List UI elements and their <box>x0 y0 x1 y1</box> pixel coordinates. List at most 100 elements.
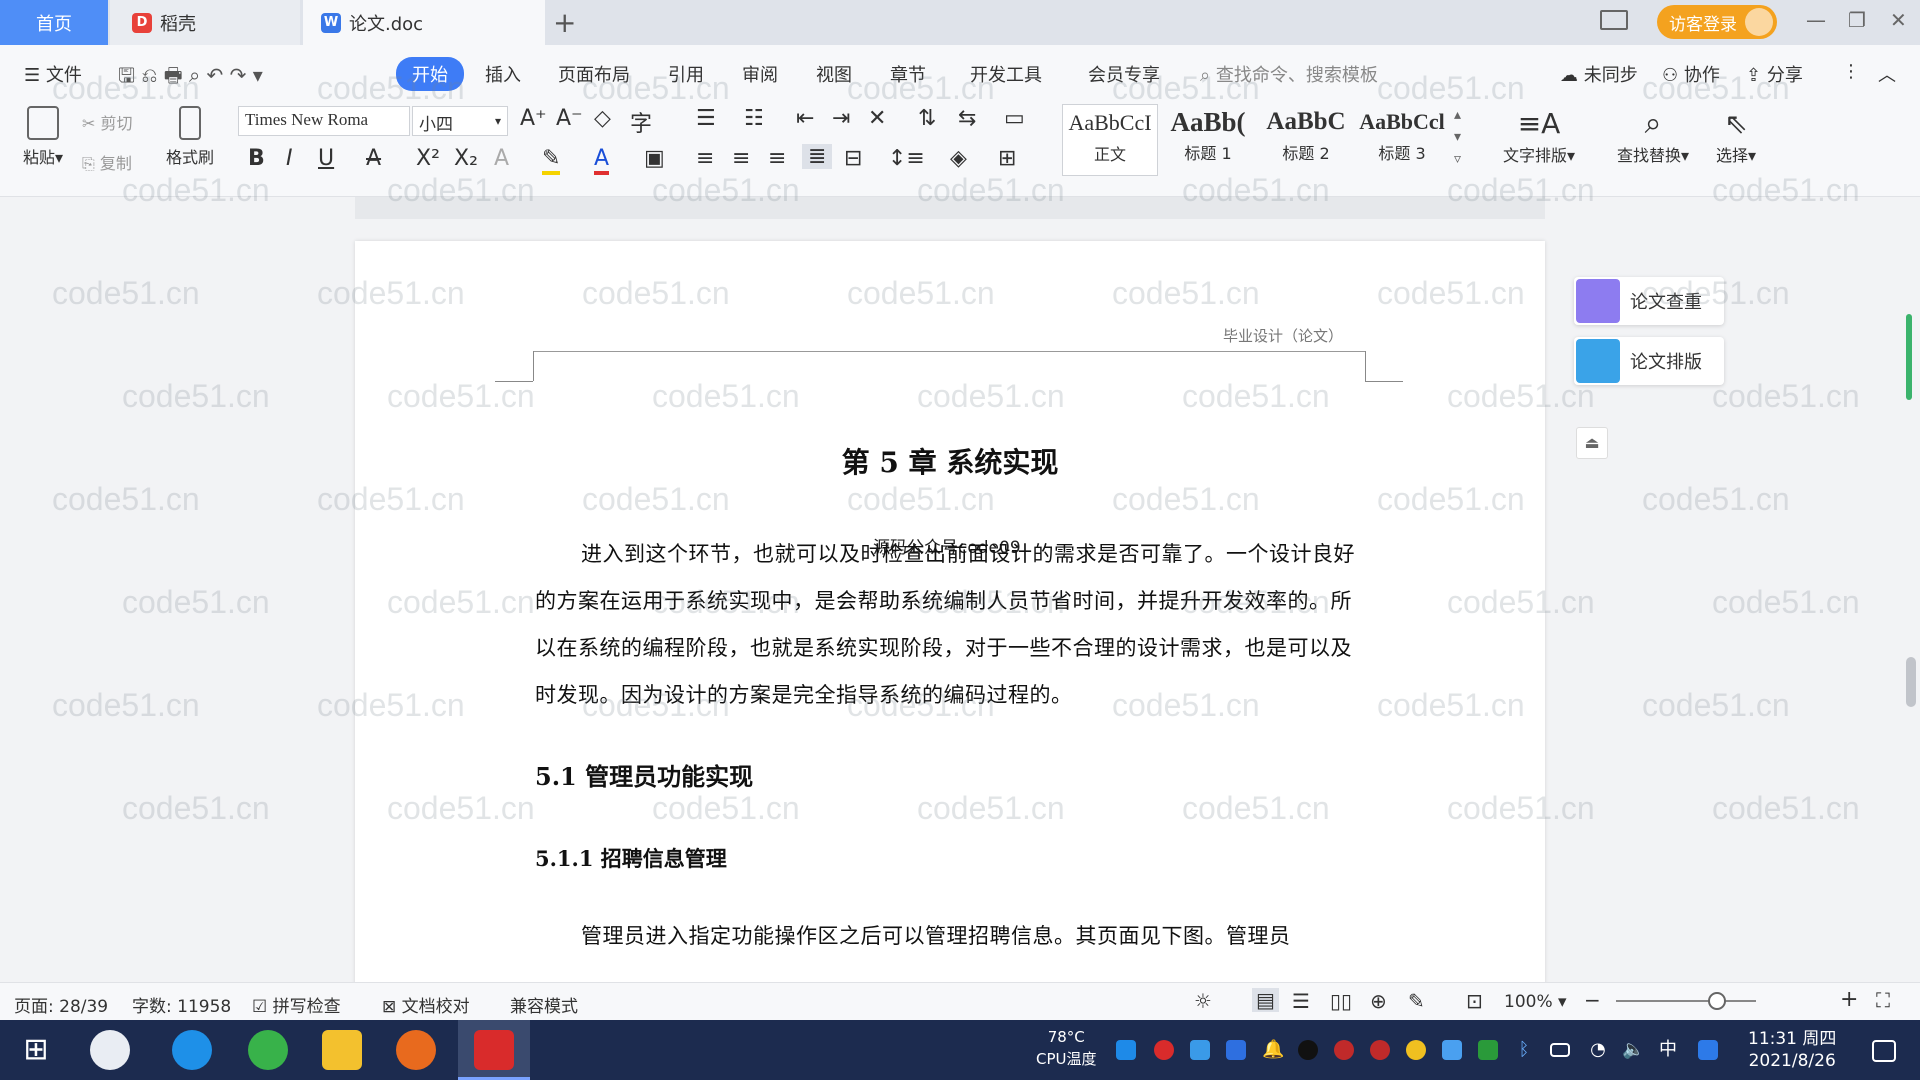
char-border-icon[interactable]: ▣ <box>644 146 665 171</box>
nvidia-icon[interactable] <box>1478 1040 1498 1060</box>
tray-app-icon[interactable] <box>1370 1040 1390 1060</box>
bell-icon[interactable]: 🔔 <box>1262 1040 1284 1060</box>
windows-start-icon[interactable]: ⊞ <box>16 1030 56 1070</box>
volume-icon[interactable]: 🔈 <box>1622 1040 1644 1060</box>
word-count[interactable]: 字数: 11958 <box>132 992 231 1017</box>
cut-button[interactable]: ✂ 剪切 <box>82 110 133 134</box>
tab-document[interactable]: W 论文.doc <box>303 0 545 45</box>
copy-button[interactable]: ⎘ 复制 <box>82 150 132 174</box>
justify-icon[interactable]: ≣ <box>802 144 833 169</box>
menu-chapter[interactable]: 章节 <box>890 61 926 87</box>
decrease-indent-icon[interactable]: ⇤ <box>796 106 814 131</box>
scrollbar-thumb[interactable] <box>1906 657 1916 707</box>
wifi-icon[interactable]: ◔ <box>1588 1040 1608 1060</box>
zoom-out-icon[interactable]: − <box>1584 988 1601 1012</box>
numbered-list-icon[interactable]: ☷ <box>744 106 764 131</box>
italic-icon[interactable]: I <box>286 146 293 171</box>
tray-app-icon[interactable] <box>1334 1040 1354 1060</box>
new-tab-plus-icon[interactable]: + <box>553 6 576 39</box>
font-size-select[interactable]: 小四 ▾ <box>412 106 508 136</box>
font-shrink-icon[interactable]: A⁻ <box>556 106 583 131</box>
zoom-slider-knob[interactable] <box>1708 992 1726 1010</box>
360-browser-icon[interactable] <box>248 1030 288 1070</box>
more-icon[interactable]: ⋮ <box>1842 61 1860 82</box>
spell-check-button[interactable]: ☑ 拼写检查 <box>252 992 341 1017</box>
ie-browser-icon[interactable] <box>172 1030 212 1070</box>
collab-button[interactable]: ⚇ 协作 <box>1662 61 1720 87</box>
tab-home[interactable]: 首页 <box>0 0 108 45</box>
layout-toggle-icon[interactable] <box>1600 10 1628 30</box>
style-scroll-icon[interactable]: ▴ ▾ ▿ <box>1454 104 1461 170</box>
wps-taskbar-active[interactable] <box>458 1020 530 1080</box>
system-clock[interactable]: 11:31 周四 2021/8/26 <box>1748 1028 1836 1072</box>
guest-login-button[interactable]: 访客登录 <box>1657 5 1777 39</box>
file-menu[interactable]: ☰ 文件 <box>24 61 82 87</box>
style-heading-1[interactable]: AaBb(标题 1 <box>1160 104 1256 176</box>
ime-indicator[interactable]: 中 <box>1658 1040 1678 1060</box>
style-heading-2[interactable]: AaBbC 标题 2 <box>1258 104 1354 176</box>
tray-app-icon[interactable] <box>1190 1040 1210 1060</box>
sort-icon[interactable]: ⇅ <box>918 106 936 131</box>
plagiarism-check-button[interactable]: 论文查重 <box>1574 277 1724 325</box>
chinese-layout-icon[interactable]: ✕ <box>868 106 886 131</box>
search-tray-icon[interactable] <box>1698 1040 1718 1060</box>
proofread-button[interactable]: ⊠ 文档校对 <box>382 992 470 1017</box>
menu-start[interactable]: 开始 <box>396 57 464 91</box>
zoom-select[interactable]: 100% ▾ <box>1504 992 1567 1012</box>
shield-icon[interactable] <box>1226 1040 1246 1060</box>
ruler-icon[interactable]: ▭ <box>1004 106 1025 131</box>
sync-status[interactable]: ☁ 未同步 <box>1560 61 1638 87</box>
text-effect-icon[interactable]: A <box>494 146 509 171</box>
distribute-icon[interactable]: ⊟ <box>844 146 862 171</box>
web-view-icon[interactable]: ⊕ <box>1370 989 1387 1013</box>
menu-member[interactable]: 会员专享 <box>1088 61 1160 87</box>
file-explorer-icon[interactable] <box>322 1030 362 1070</box>
outline-view-icon[interactable]: ☰ <box>1292 989 1310 1013</box>
align-center-icon[interactable]: ≡ <box>732 146 750 171</box>
menu-insert[interactable]: 插入 <box>485 61 521 87</box>
minimize-icon[interactable]: — <box>1806 8 1826 32</box>
font-name-select[interactable]: Times New Roma <box>238 106 410 136</box>
tray-app-icon[interactable] <box>1442 1040 1462 1060</box>
highlight-icon[interactable]: ✎ <box>542 146 561 175</box>
panel-collapse-icon[interactable]: ⏏ <box>1576 427 1608 459</box>
app-pinwheel-icon[interactable] <box>90 1030 130 1070</box>
subscript-icon[interactable]: X₂ <box>454 146 478 171</box>
collapse-ribbon-icon[interactable]: ︿ <box>1878 61 1896 87</box>
menu-dev-tools[interactable]: 开发工具 <box>970 61 1042 87</box>
style-heading-3[interactable]: AaBbCcl 标题 3 <box>1354 104 1450 176</box>
align-right-icon[interactable]: ≡ <box>768 146 786 171</box>
strikethrough-icon[interactable]: A <box>366 146 381 171</box>
select-button[interactable]: ⇖ 选择▾ <box>1706 106 1766 166</box>
line-spacing-icon[interactable]: ↕≡ <box>888 146 925 171</box>
quick-access-icons[interactable]: 🖫 ⎌ 🖶 ⌕ ↶ ↷ ▾ <box>118 61 263 95</box>
font-color-icon[interactable]: A <box>594 146 610 175</box>
bold-icon[interactable]: B <box>248 146 265 171</box>
increase-indent-icon[interactable]: ⇥ <box>832 106 850 131</box>
tray-app-icon[interactable] <box>1154 1040 1174 1060</box>
notification-icon[interactable] <box>1872 1040 1896 1062</box>
reading-view-icon[interactable]: ▯▯ <box>1330 989 1352 1013</box>
qq-icon[interactable] <box>1298 1040 1318 1060</box>
share-button[interactable]: ⇪ 分享 <box>1746 61 1803 87</box>
menu-review[interactable]: 审阅 <box>742 61 778 87</box>
command-search[interactable]: ⌕ 查找命令、搜索模板 <box>1200 61 1378 87</box>
fullscreen-icon[interactable]: ⛶ <box>1876 988 1890 1012</box>
write-mode-icon[interactable]: ✎ <box>1408 989 1425 1013</box>
text-layout-button[interactable]: ≡A 文字排版▾ <box>1494 106 1584 166</box>
document-page[interactable]: 毕业设计（论文） 第 5 章 系统实现 源码公众号code09 进入到这个环节，… <box>355 241 1545 982</box>
battery-icon[interactable] <box>1550 1043 1570 1057</box>
bullet-list-icon[interactable]: ☰ <box>696 106 716 131</box>
menu-reference[interactable]: 引用 <box>668 61 704 87</box>
media-app-icon[interactable] <box>396 1030 436 1070</box>
bluetooth-icon[interactable]: ᛒ <box>1514 1040 1534 1060</box>
tray-app-icon[interactable] <box>1116 1040 1136 1060</box>
format-painter-button[interactable]: 格式刷 <box>162 106 218 168</box>
show-marks-icon[interactable]: ⇆ <box>958 106 976 131</box>
tray-app-icon[interactable] <box>1406 1040 1426 1060</box>
page-counter[interactable]: 页面: 28/39 <box>14 992 108 1017</box>
page-view-icon[interactable]: ▤ <box>1252 988 1279 1012</box>
menu-view[interactable]: 视图 <box>816 61 852 87</box>
menu-page-layout[interactable]: 页面布局 <box>558 61 630 87</box>
shading-icon[interactable]: ◈ <box>950 146 967 171</box>
